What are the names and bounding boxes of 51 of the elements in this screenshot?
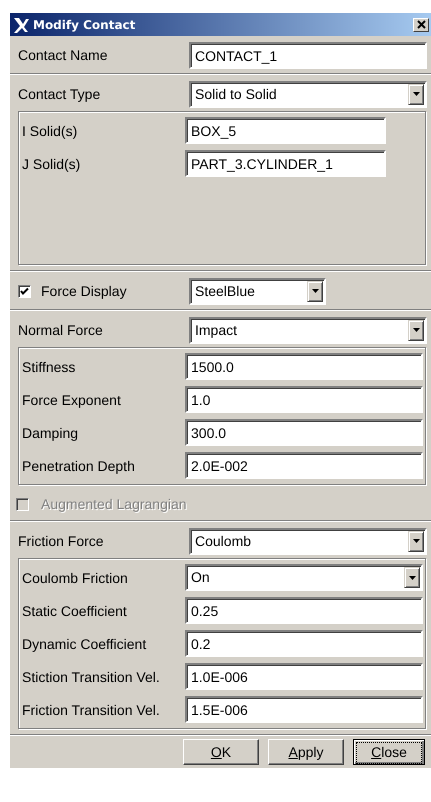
- field-label: J Solid(s): [22, 156, 82, 172]
- dropdown-button[interactable]: [404, 567, 420, 588]
- dropdown[interactable]: Impact: [189, 316, 427, 344]
- dropdown-button[interactable]: [307, 280, 323, 302]
- dropdown-button[interactable]: [408, 320, 424, 340]
- dropdown[interactable]: On: [185, 564, 423, 591]
- checkbox-label: Force Display: [41, 283, 127, 299]
- text-field[interactable]: CONTACT_1: [189, 42, 427, 68]
- dropdown[interactable]: SteelBlue: [189, 278, 326, 304]
- field-label: Normal Force: [18, 322, 104, 338]
- close-button[interactable]: [413, 18, 429, 32]
- check-icon: [20, 287, 29, 295]
- text-field[interactable]: 1.0E-006: [185, 663, 423, 690]
- caret-icon: [408, 576, 416, 580]
- checkbox-label: Augmented Lagrangian: [41, 496, 187, 512]
- field-label: I Solid(s): [22, 122, 78, 138]
- field-label: Damping: [22, 424, 80, 440]
- text-field[interactable]: 300.0: [185, 419, 423, 446]
- field-label: Contact Name: [18, 47, 108, 63]
- dropdown-button[interactable]: [408, 530, 424, 552]
- dialog-button[interactable]: Apply: [268, 739, 344, 765]
- caret-icon: [412, 539, 420, 543]
- dialog-button[interactable]: OK: [183, 739, 259, 765]
- caret-icon: [312, 289, 318, 293]
- field-label: Dynamic Coefficient: [22, 636, 148, 652]
- text-field[interactable]: PART_3.CYLINDER_1: [185, 150, 386, 177]
- field-label: Contact Type: [18, 86, 102, 102]
- text-field[interactable]: 1.0: [185, 386, 423, 413]
- text-field[interactable]: 1.5E-006: [185, 696, 423, 723]
- text-field[interactable]: 0.25: [185, 597, 423, 624]
- checkbox[interactable]: [18, 284, 31, 298]
- dropdown[interactable]: Solid to Solid: [189, 80, 427, 108]
- close-icon: [416, 20, 426, 29]
- field-label: Friction Transition Vel.: [22, 702, 161, 718]
- dropdown[interactable]: Coulomb: [189, 528, 427, 554]
- field-label: Stiffness: [22, 358, 76, 374]
- text-field[interactable]: 0.2: [185, 630, 423, 657]
- caret-icon: [412, 92, 420, 96]
- field-label: Force Exponent: [22, 392, 122, 408]
- field-label: Friction Force: [18, 533, 105, 549]
- dropdown-button[interactable]: [408, 84, 424, 104]
- dialog-button[interactable]: Close: [353, 739, 425, 765]
- field-label: Penetration Depth: [22, 458, 136, 474]
- text-field[interactable]: 1500.0: [185, 353, 423, 380]
- field-label: Static Coefficient: [22, 602, 128, 618]
- field-label: Coulomb Friction: [22, 570, 129, 586]
- caret-icon: [412, 328, 420, 332]
- text-field[interactable]: BOX_5: [185, 117, 386, 144]
- window-title: Modify Contact: [33, 18, 136, 32]
- text-field[interactable]: 2.0E-002: [185, 452, 423, 479]
- field-label: Stiction Transition Vel.: [22, 668, 161, 684]
